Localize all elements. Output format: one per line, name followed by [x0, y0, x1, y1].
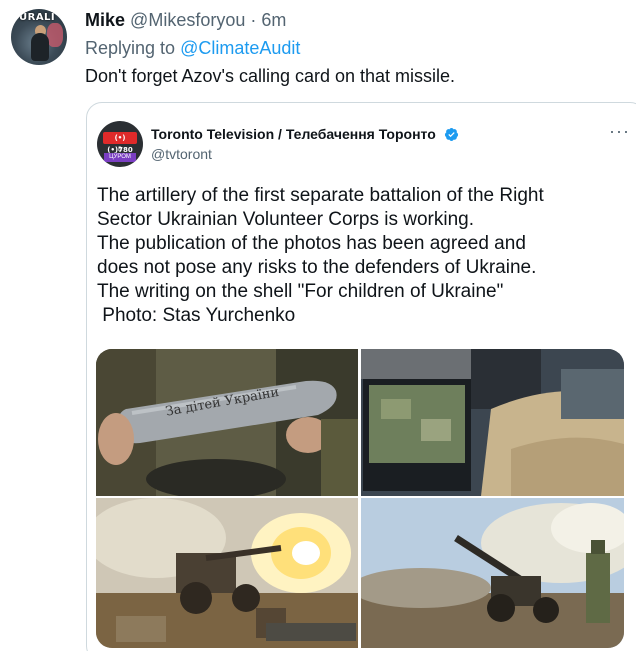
quoted-text-line: Sector Ukrainian Volunteer Corps is work… [97, 209, 475, 230]
quoted-text-line: The publication of the photos has been a… [97, 233, 526, 254]
quoted-author-name[interactable]: Toronto Television / Телебачення Торонто [151, 125, 436, 143]
replying-to-label: Replying to [85, 38, 176, 58]
quoted-tweet-text: The artillery of the first separate batt… [97, 184, 636, 328]
photo-shell-writing[interactable]: За дітей України [96, 349, 358, 496]
quoted-text-line: The artillery of the first separate batt… [97, 185, 544, 206]
laptop-image-drawing [361, 349, 624, 496]
photo-laptop-map[interactable] [361, 349, 624, 496]
separator-dot: · [250, 10, 257, 30]
author-handle[interactable]: @Mikesforyou [130, 10, 245, 30]
replying-to-line: Replying to @ClimateAudit [85, 37, 300, 59]
avatar-logo-text: (•)(•)780 [103, 132, 137, 154]
more-horizontal-icon[interactable]: ··· [609, 122, 630, 140]
replying-to-mention[interactable]: @ClimateAudit [180, 38, 300, 58]
artillery-field-drawing [361, 498, 624, 648]
verified-badge-icon [444, 127, 459, 142]
author-avatar[interactable]: URALI [11, 9, 67, 65]
quoted-text-line: The writing on the shell "For children o… [97, 281, 504, 302]
tweet-header: Mike @Mikesforyou · 6m [85, 9, 286, 31]
author-name[interactable]: Mike [85, 10, 125, 30]
shell-image-drawing: За дітей України [96, 349, 358, 496]
avatar-caption: URALI [19, 12, 56, 23]
quoted-author-handle[interactable]: @tvtoront [151, 145, 212, 163]
avatar-logo-bottom: ЦУРОМ [104, 153, 136, 162]
howitzer-fire-drawing [96, 498, 358, 648]
tweet-text: Don't forget Azov's calling card on that… [85, 66, 456, 86]
photo-howitzer-fire[interactable] [96, 498, 358, 648]
quoted-author-avatar[interactable]: (•)(•)780 В НАЙКЛОН ЦУРОМ [97, 121, 143, 167]
quoted-text-line: does not pose any risks to the defenders… [97, 257, 537, 278]
photo-artillery-field[interactable] [361, 498, 624, 648]
tweet-timestamp[interactable]: 6m [261, 10, 286, 30]
quoted-text-line: Photo: Stas Yurchenko [97, 305, 296, 326]
